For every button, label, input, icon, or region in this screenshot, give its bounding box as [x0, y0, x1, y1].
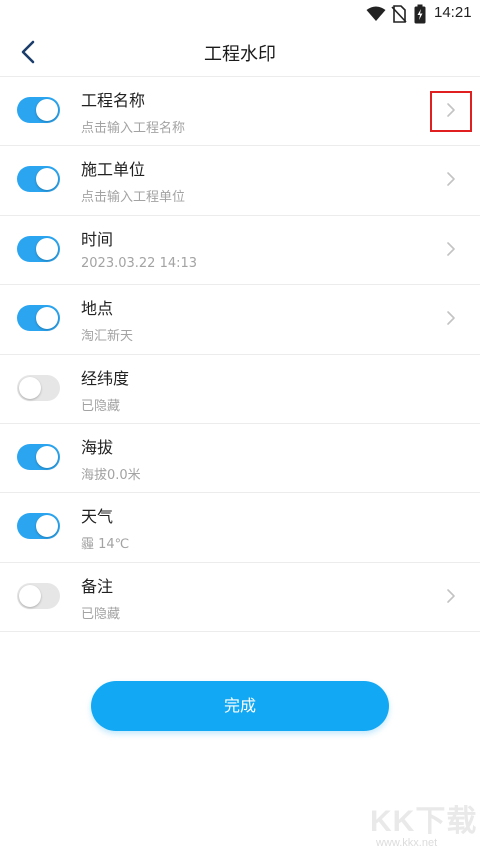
page-title: 工程水印	[204, 44, 276, 65]
toggle-switch[interactable]	[17, 97, 60, 123]
list-item[interactable]: 海拔 海拔0.0米	[0, 424, 480, 494]
toggle-knob	[19, 584, 41, 607]
item-subtitle: 已隐藏	[81, 606, 121, 622]
toggle-switch[interactable]	[17, 513, 60, 540]
list-item[interactable]: 经纬度 已隐藏	[0, 355, 480, 424]
item-title: 工程名称	[81, 91, 146, 110]
done-button[interactable]: 完成	[91, 681, 389, 731]
toggle-switch[interactable]	[17, 374, 60, 401]
list-item[interactable]: 地点 淘汇新天	[0, 285, 480, 355]
list-item[interactable]: 施工单位 点击输入工程单位	[0, 146, 480, 216]
toggle-switch[interactable]	[17, 582, 60, 609]
highlight-box	[430, 91, 472, 132]
item-title: 天气	[81, 507, 114, 527]
toggle-switch[interactable]	[17, 305, 60, 332]
wifi-icon	[366, 6, 386, 26]
item-subtitle: 霾 14℃	[81, 537, 130, 553]
no-sim-icon	[391, 5, 407, 27]
item-title: 海拔	[81, 437, 114, 457]
toggle-knob	[36, 168, 58, 191]
nav-bar: 工程水印	[0, 28, 480, 76]
toggle-switch[interactable]	[17, 443, 60, 470]
toggle-knob	[36, 99, 58, 121]
item-subtitle: 点击输入工程名称	[81, 121, 186, 136]
toggle-knob	[36, 237, 58, 260]
item-title: 地点	[81, 299, 114, 319]
chevron-right-icon[interactable]	[441, 308, 461, 328]
site-watermark: KK下载 www.kkx.net	[370, 796, 480, 853]
toggle-switch[interactable]	[17, 235, 60, 262]
item-subtitle: 2023.03.22 14:13	[81, 255, 198, 271]
toggle-knob	[36, 445, 58, 468]
list-item[interactable]: 工程名称 点击输入工程名称	[0, 77, 480, 147]
item-title: 经纬度	[81, 368, 130, 388]
watermark-url: www.kkx.net	[376, 837, 438, 849]
toggle-knob	[19, 376, 41, 399]
item-title: 时间	[81, 229, 114, 249]
toggle-switch[interactable]	[17, 166, 60, 193]
toggle-knob	[36, 515, 58, 538]
item-title: 施工单位	[81, 160, 146, 180]
item-subtitle: 已隐藏	[81, 398, 121, 414]
watermark-logo: KK下载	[370, 805, 478, 838]
list-item[interactable]: 时间 2023.03.22 14:13	[0, 216, 480, 286]
list-item[interactable]: 天气 霾 14℃	[0, 493, 480, 563]
battery-icon	[414, 4, 426, 28]
chevron-right-icon[interactable]	[441, 239, 461, 259]
toggle-knob	[36, 307, 58, 330]
chevron-right-icon[interactable]	[441, 169, 461, 189]
item-subtitle: 淘汇新天	[81, 329, 134, 345]
item-subtitle: 点击输入工程单位	[81, 190, 186, 206]
watermark-settings-list: 工程名称 点击输入工程名称 施工单位 点击输入工程单位 时间 2023.03.2…	[0, 76, 480, 633]
status-bar: 14:21	[0, 0, 480, 28]
chevron-right-icon[interactable]	[441, 586, 461, 606]
list-item[interactable]: 备注 已隐藏	[0, 563, 480, 633]
item-subtitle: 海拔0.0米	[81, 467, 141, 483]
item-title: 备注	[81, 576, 114, 596]
status-time: 14:21	[434, 4, 472, 21]
